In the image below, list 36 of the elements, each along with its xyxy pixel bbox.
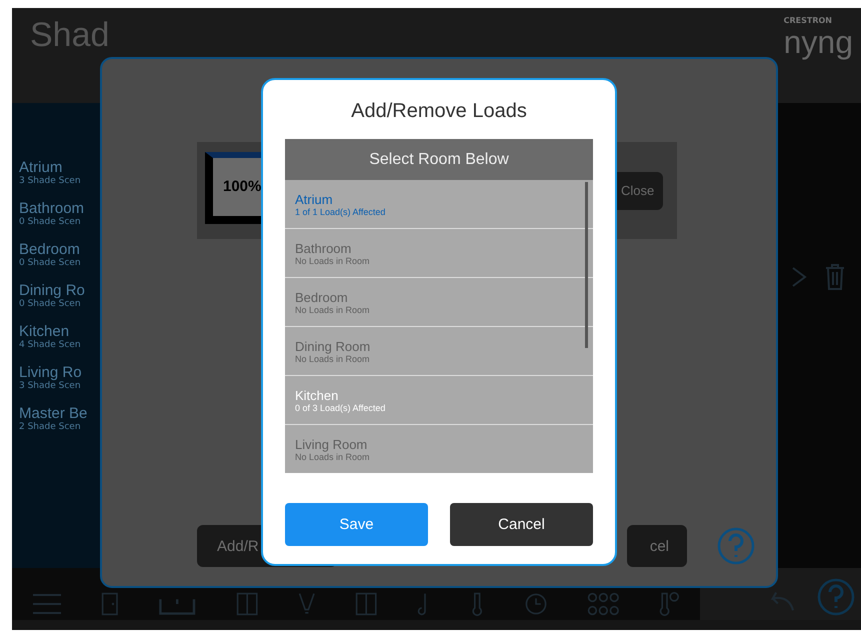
cancel-button[interactable]: cel bbox=[627, 525, 687, 567]
logo-caption: CRESTRON bbox=[784, 16, 832, 25]
keypad-icon[interactable] bbox=[587, 592, 620, 616]
save-button[interactable]: Save bbox=[285, 503, 428, 546]
room-name[interactable]: Atrium bbox=[19, 159, 100, 176]
room-name[interactable]: Dining Ro bbox=[19, 282, 100, 299]
cancel-button[interactable]: Cancel bbox=[450, 503, 593, 546]
scene-count: 2 Shade Scen bbox=[19, 422, 82, 432]
scene-count: 0 Shade Scen bbox=[19, 299, 82, 309]
door-icon[interactable] bbox=[101, 592, 119, 616]
scene-count: 3 Shade Scen bbox=[19, 176, 82, 186]
help-icon[interactable] bbox=[817, 578, 855, 616]
room-row[interactable]: Kitchen 0 of 3 Load(s) Affected bbox=[285, 376, 593, 424]
scene-count: 0 Shade Scen bbox=[19, 217, 82, 227]
thermostat-icon[interactable] bbox=[659, 592, 680, 616]
help-icon[interactable] bbox=[717, 527, 755, 565]
thermometer-icon[interactable] bbox=[470, 592, 484, 616]
shade-icon[interactable] bbox=[236, 592, 259, 616]
shade-level: 100% bbox=[223, 178, 262, 195]
room-row[interactable]: Atrium 1 of 1 Load(s) Affected bbox=[285, 180, 593, 228]
dialog-title: Add/Remove Loads bbox=[351, 100, 527, 123]
page-title: Shad bbox=[30, 16, 110, 54]
scene-count: 0 Shade Scen bbox=[19, 258, 82, 268]
room-name[interactable]: Master Be bbox=[19, 405, 100, 422]
room-name[interactable]: Bathroom bbox=[19, 200, 100, 217]
logo-text: nyng bbox=[784, 25, 853, 59]
trash-icon[interactable] bbox=[825, 263, 845, 291]
menu-icon[interactable] bbox=[32, 592, 62, 616]
window-icon[interactable] bbox=[355, 592, 378, 616]
room-name[interactable]: Living Ro bbox=[19, 364, 100, 381]
room-name[interactable]: Bedroom bbox=[19, 241, 100, 258]
room-name[interactable]: Kitchen bbox=[19, 323, 100, 340]
list-header: Select Room Below bbox=[285, 139, 593, 180]
clock-icon[interactable] bbox=[524, 592, 548, 616]
scene-count: 4 Shade Scen bbox=[19, 340, 82, 350]
scene-count: 3 Shade Scen bbox=[19, 381, 82, 391]
